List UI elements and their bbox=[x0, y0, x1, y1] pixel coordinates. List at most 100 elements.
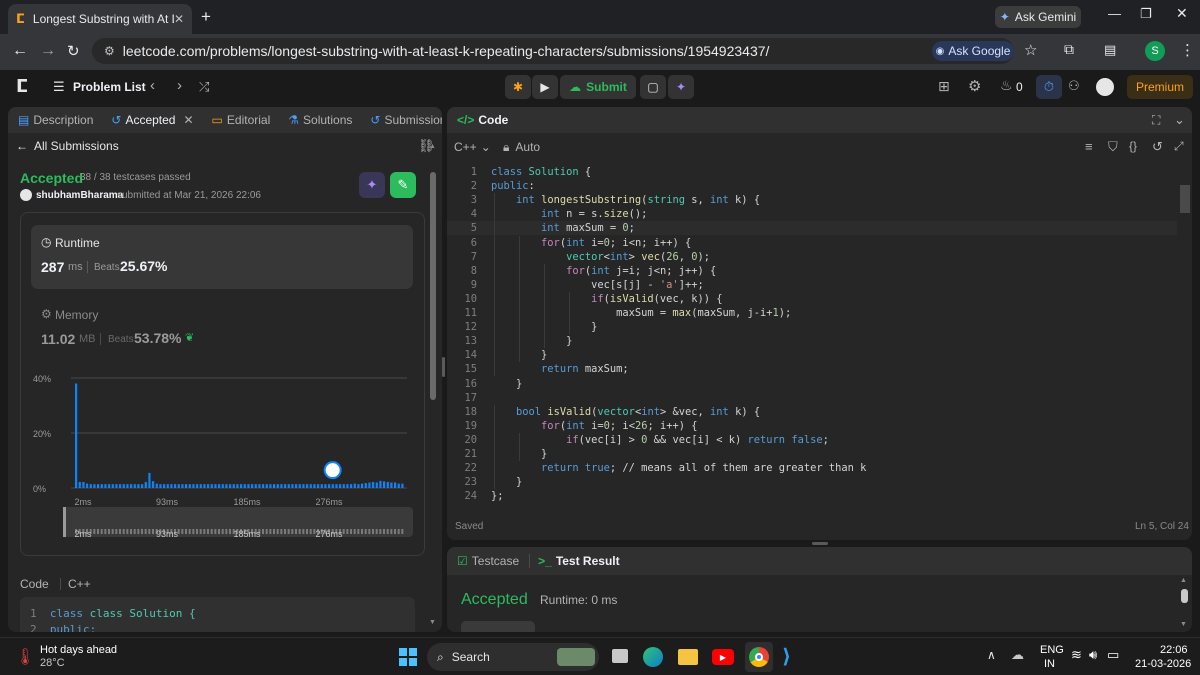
code-line[interactable]: 14 } bbox=[447, 348, 1177, 362]
scrollbar-thumb[interactable] bbox=[1181, 589, 1188, 603]
case-button[interactable] bbox=[461, 621, 535, 632]
code-line[interactable]: 6 for(int i=0; i<n; i++) { bbox=[447, 236, 1177, 250]
task-view-icon[interactable] bbox=[612, 649, 628, 663]
close-window-icon[interactable]: ✕ bbox=[1176, 5, 1188, 22]
code-line[interactable]: 12 } bbox=[447, 320, 1177, 334]
format-icon[interactable]: ≡ bbox=[1085, 139, 1093, 154]
scroll-up-icon[interactable]: ▲ bbox=[429, 143, 436, 150]
profile-avatar[interactable]: S bbox=[1145, 41, 1165, 61]
code-line[interactable]: 7 vector<int> vec(26, 0); bbox=[447, 250, 1177, 264]
edge-icon[interactable] bbox=[643, 647, 663, 667]
scroll-down-icon[interactable]: ▼ bbox=[1180, 621, 1187, 628]
next-problem-icon[interactable]: › bbox=[177, 77, 182, 94]
code-line[interactable]: 8 for(int j=i; j<n; j++) { bbox=[447, 264, 1177, 278]
tab-submissions[interactable]: ↺Submissions bbox=[370, 113, 442, 127]
submit-button[interactable]: ☁ Submit bbox=[560, 75, 636, 99]
lang-eng[interactable]: ENG bbox=[1040, 644, 1064, 656]
code-line[interactable]: 10 if(isValid(vec, k)) { bbox=[447, 292, 1177, 306]
scroll-up-icon[interactable]: ▲ bbox=[1180, 577, 1187, 584]
code-line[interactable]: 3 int longestSubstring(string s, int k) … bbox=[447, 193, 1177, 207]
code-area[interactable]: 1 class Solution {2 public: 3 int longestSu… bbox=[447, 165, 1177, 515]
clock-time[interactable]: 22:06 bbox=[1160, 644, 1188, 656]
back-arrow-icon[interactable]: ← bbox=[12, 42, 28, 60]
all-submissions-link[interactable]: ← All Submissions bbox=[16, 139, 119, 153]
reload-icon[interactable]: ↻ bbox=[67, 42, 80, 60]
code-line[interactable]: 24}; bbox=[447, 489, 1177, 503]
browser-menu-icon[interactable]: ⋮ bbox=[1180, 41, 1195, 59]
ai-assist-button[interactable]: ✦ bbox=[668, 75, 694, 99]
browser-tab[interactable]: ⵎ Longest Substring with At Least ✕ bbox=[8, 4, 192, 34]
expand-icon[interactable]: ⤢ bbox=[1174, 139, 1184, 154]
file-explorer-icon[interactable] bbox=[678, 649, 698, 665]
tab-solutions[interactable]: ⚗ Solutions bbox=[288, 113, 352, 127]
braces-icon[interactable]: {} bbox=[1129, 139, 1137, 153]
code-line[interactable]: 18 bool isValid(vector<int> &vec, int k)… bbox=[447, 405, 1177, 419]
code-line[interactable]: 16 } bbox=[447, 377, 1177, 391]
test-scrollbar[interactable]: ▲ ▼ bbox=[1180, 577, 1189, 631]
code-line[interactable]: 19 for(int i=0; i<26; i++) { bbox=[447, 419, 1177, 433]
vertical-resize-handle[interactable] bbox=[812, 542, 828, 545]
address-bar[interactable]: ⚙ leetcode.com/problems/longest-substrin… bbox=[92, 38, 1014, 64]
youtube-icon[interactable]: ▶ bbox=[712, 649, 734, 665]
panel-resize-handle[interactable] bbox=[442, 357, 445, 377]
minimize-window-icon[interactable]: — bbox=[1108, 6, 1121, 21]
leetcode-logo[interactable]: ⵎ bbox=[16, 76, 28, 97]
new-tab-icon[interactable]: + bbox=[201, 7, 211, 27]
site-info-icon[interactable]: ⚙ bbox=[104, 44, 115, 58]
close-tab-icon[interactable]: ✕ bbox=[183, 113, 193, 127]
user-avatar[interactable] bbox=[1096, 78, 1114, 96]
ask-gemini-button[interactable]: ✦ Ask Gemini bbox=[995, 6, 1081, 28]
code-line[interactable]: 17 bbox=[447, 391, 1177, 405]
editor-scrollbar[interactable] bbox=[1180, 185, 1190, 213]
forward-arrow-icon[interactable]: → bbox=[40, 42, 56, 60]
code-line[interactable]: 23 } bbox=[447, 475, 1177, 489]
runtime-card[interactable]: ◷ Runtime 287 ms Beats 25.67% bbox=[31, 225, 413, 289]
debug-button[interactable]: ✱ bbox=[505, 75, 531, 99]
collapse-panel-icon[interactable]: ⌄ bbox=[1174, 112, 1185, 128]
reset-code-icon[interactable]: ↺ bbox=[1152, 139, 1163, 155]
ask-google-button[interactable]: ◉ Ask Google bbox=[932, 41, 1014, 61]
code-line[interactable]: 9 vec[s[j] - 'a']++; bbox=[447, 278, 1177, 292]
windows-start-icon[interactable] bbox=[399, 648, 417, 666]
add-friend-icon[interactable]: ⚇ bbox=[1068, 78, 1080, 94]
code-line[interactable]: 13 } bbox=[447, 334, 1177, 348]
taskbar-search[interactable]: ⌕ Search bbox=[427, 643, 599, 671]
chrome-icon[interactable] bbox=[745, 642, 773, 672]
wifi-icon[interactable]: ≋ bbox=[1071, 647, 1082, 663]
tab-code[interactable]: </> Code bbox=[457, 113, 508, 127]
tray-weather-icon[interactable]: ☁ bbox=[1011, 647, 1024, 663]
submission-user[interactable]: shubhamBharama bbox=[36, 190, 123, 201]
bookmark-icon[interactable]: ⛉ bbox=[1108, 139, 1118, 155]
problem-list-link[interactable]: Problem List bbox=[73, 80, 146, 94]
volume-icon[interactable]: 🔊︎ bbox=[1089, 647, 1097, 663]
code-line[interactable]: 22 return true; // means all of them are… bbox=[447, 461, 1177, 475]
maximize-panel-icon[interactable]: ⛶ bbox=[1152, 113, 1160, 128]
streak-fire-icon[interactable]: ♨ bbox=[1000, 77, 1013, 94]
run-button[interactable]: ▶ bbox=[532, 75, 558, 99]
tab-description[interactable]: ▤ Description bbox=[18, 113, 93, 127]
layout-icon[interactable]: ⊞ bbox=[938, 78, 950, 95]
language-select[interactable]: C++ ⌄ bbox=[454, 140, 491, 154]
autocomplete-mode[interactable]: 🔒︎ Auto bbox=[503, 140, 540, 155]
settings-gear-icon[interactable]: ⚙ bbox=[968, 77, 981, 95]
chevron-up-icon[interactable]: ∧ bbox=[987, 648, 996, 662]
code-line[interactable]: 4 int n = s.size(); bbox=[447, 207, 1177, 221]
timer-button[interactable]: ⏱ bbox=[1036, 75, 1062, 99]
code-line[interactable]: 15 return maxSum; bbox=[447, 362, 1177, 376]
code-line[interactable]: 1 class Solution { bbox=[447, 165, 1177, 179]
extensions-icon[interactable]: ⧉ bbox=[1064, 41, 1074, 58]
code-line[interactable]: 20 if(vec[i] > 0 && vec[i] < k) return f… bbox=[447, 433, 1177, 447]
scroll-down-icon[interactable]: ▼ bbox=[429, 619, 436, 626]
bookmark-star-icon[interactable]: ☆ bbox=[1024, 41, 1037, 59]
ai-analyze-button[interactable]: ✦ bbox=[359, 172, 385, 198]
tab-test-result[interactable]: >_ Test Result bbox=[538, 554, 619, 568]
code-line[interactable]: 11 maxSum = max(maxSum, j-i+1); bbox=[447, 306, 1177, 320]
runtime-distribution-chart[interactable]: 40% 20% 0% 2ms 93ms 185ms 276ms 2ms 93ms 185ms 276… bbox=[21, 363, 425, 555]
maximize-window-icon[interactable]: ❐ bbox=[1140, 6, 1152, 22]
code-line[interactable]: 21 } bbox=[447, 447, 1177, 461]
tab-search-icon[interactable]: ▤ bbox=[1104, 42, 1116, 58]
tab-testcase[interactable]: ☑ Testcase bbox=[457, 554, 519, 568]
scrollbar-thumb[interactable] bbox=[430, 172, 436, 400]
vscode-icon[interactable]: ⟩ bbox=[782, 644, 791, 669]
code-line[interactable]: 2 public: bbox=[447, 179, 1177, 193]
